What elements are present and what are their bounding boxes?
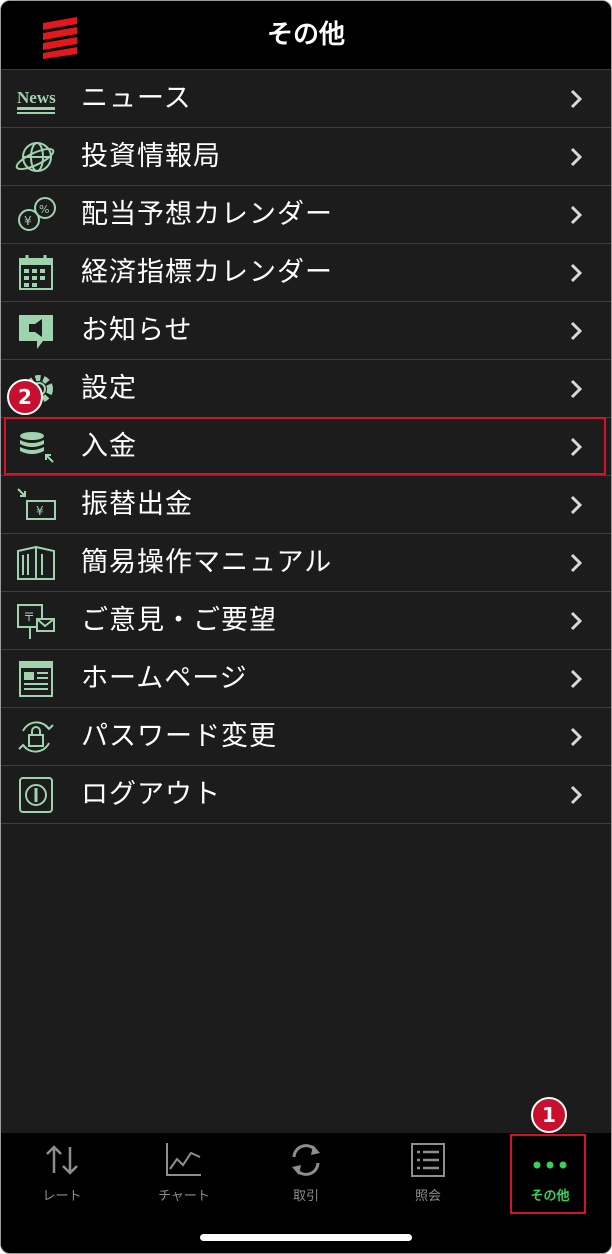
menu-list: News ニュース 投資情報局 ¥ % 配当予想カレンダー 経済指標カレンダー … (1, 70, 611, 824)
menu-item-label: ホームページ (81, 663, 248, 694)
webpage-icon (19, 661, 53, 697)
manual-book-icon (17, 545, 55, 580)
svg-text:¥: ¥ (24, 214, 32, 228)
menu-item-label: ニュース (81, 83, 192, 114)
chevron-right-icon (570, 785, 583, 805)
tab-label: 照会 (414, 1189, 441, 1204)
deposit-coins-icon (20, 432, 54, 463)
menu-item-deposit[interactable]: 入金 (1, 418, 611, 476)
app-frame: その他 News ニュース 投資情報局 ¥ % 配当予想カレンダー 経済指標カレ… (0, 0, 612, 1254)
globe-icon (15, 142, 55, 172)
inquiry-list-icon (411, 1143, 445, 1177)
menu-item-label: 簡易操作マニュアル (81, 547, 333, 578)
header-bar: その他 (1, 1, 611, 70)
calendar-icon (19, 255, 53, 290)
menu-item-label: パスワード変更 (81, 721, 277, 752)
chevron-right-icon (570, 379, 583, 399)
password-lock-icon (18, 721, 54, 753)
announcement-icon (19, 315, 53, 349)
step-badge-2: 2 (7, 379, 43, 415)
menu-item-transfer-withdrawal[interactable]: ¥ 振替出金 (1, 476, 611, 534)
chevron-right-icon (570, 611, 583, 631)
news-icon: News (17, 88, 56, 114)
home-indicator (200, 1234, 412, 1241)
menu-item-settings[interactable]: 設定 (1, 360, 611, 418)
tab-label: チャート (158, 1189, 210, 1204)
menu-item-manual[interactable]: 簡易操作マニュアル (1, 534, 611, 592)
tab-chart[interactable]: チャート (123, 1133, 245, 1223)
menu-item-news[interactable]: News ニュース (1, 70, 611, 128)
step-badge-1: 1 (531, 1097, 567, 1133)
tab-inquiry[interactable]: 照会 (367, 1133, 489, 1223)
chevron-right-icon (570, 263, 583, 283)
menu-item-label: 振替出金 (81, 489, 193, 520)
tab-trade[interactable]: 取引 (245, 1133, 367, 1223)
menu-item-logout[interactable]: ログアウト (1, 766, 611, 824)
rate-arrows-icon (46, 1145, 78, 1175)
chevron-right-icon (570, 147, 583, 167)
menu-item-label: ご意見・ご要望 (81, 605, 277, 636)
chevron-right-icon (570, 727, 583, 747)
tab-label: レート (42, 1189, 82, 1204)
tab-label: 取引 (292, 1189, 319, 1204)
chevron-right-icon (570, 321, 583, 341)
menu-item-label: お知らせ (81, 315, 193, 346)
svg-text:¥: ¥ (36, 504, 44, 518)
menu-item-label: 入金 (81, 431, 137, 462)
menu-item-feedback[interactable]: 〒 ご意見・ご要望 (1, 592, 611, 650)
currency-coins-icon: ¥ % (18, 197, 56, 231)
menu-item-label: 設定 (81, 373, 137, 404)
transfer-withdraw-icon: ¥ (17, 488, 56, 520)
chevron-right-icon (570, 437, 583, 457)
menu-item-homepage[interactable]: ホームページ (1, 650, 611, 708)
menu-item-notices[interactable]: お知らせ (1, 302, 611, 360)
menu-item-label: 経済指標カレンダー (81, 257, 333, 288)
menu-item-label: ログアウト (81, 779, 221, 810)
menu-item-investment-info[interactable]: 投資情報局 (1, 128, 611, 186)
chevron-right-icon (570, 669, 583, 689)
chevron-right-icon (570, 553, 583, 573)
feedback-icon: 〒 (17, 604, 55, 639)
chevron-right-icon (570, 89, 583, 109)
more-tab-highlight-box (510, 1134, 586, 1214)
menu-item-economic-calendar[interactable]: 経済指標カレンダー (1, 244, 611, 302)
menu-item-change-password[interactable]: パスワード変更 (1, 708, 611, 766)
svg-text:%: % (39, 203, 49, 216)
page-title: その他 (266, 20, 345, 50)
trade-refresh-icon (292, 1144, 320, 1176)
svg-text:News: News (17, 88, 56, 107)
menu-item-label: 投資情報局 (81, 141, 221, 172)
chevron-right-icon (570, 495, 583, 515)
menu-item-dividend-calendar[interactable]: ¥ % 配当予想カレンダー (1, 186, 611, 244)
tab-rate[interactable]: レート (1, 1133, 123, 1223)
chart-line-icon (166, 1143, 201, 1176)
menu-item-label: 配当予想カレンダー (81, 199, 333, 230)
svg-text:〒: 〒 (23, 610, 35, 624)
chevron-right-icon (570, 205, 583, 225)
logout-icon (19, 777, 53, 813)
